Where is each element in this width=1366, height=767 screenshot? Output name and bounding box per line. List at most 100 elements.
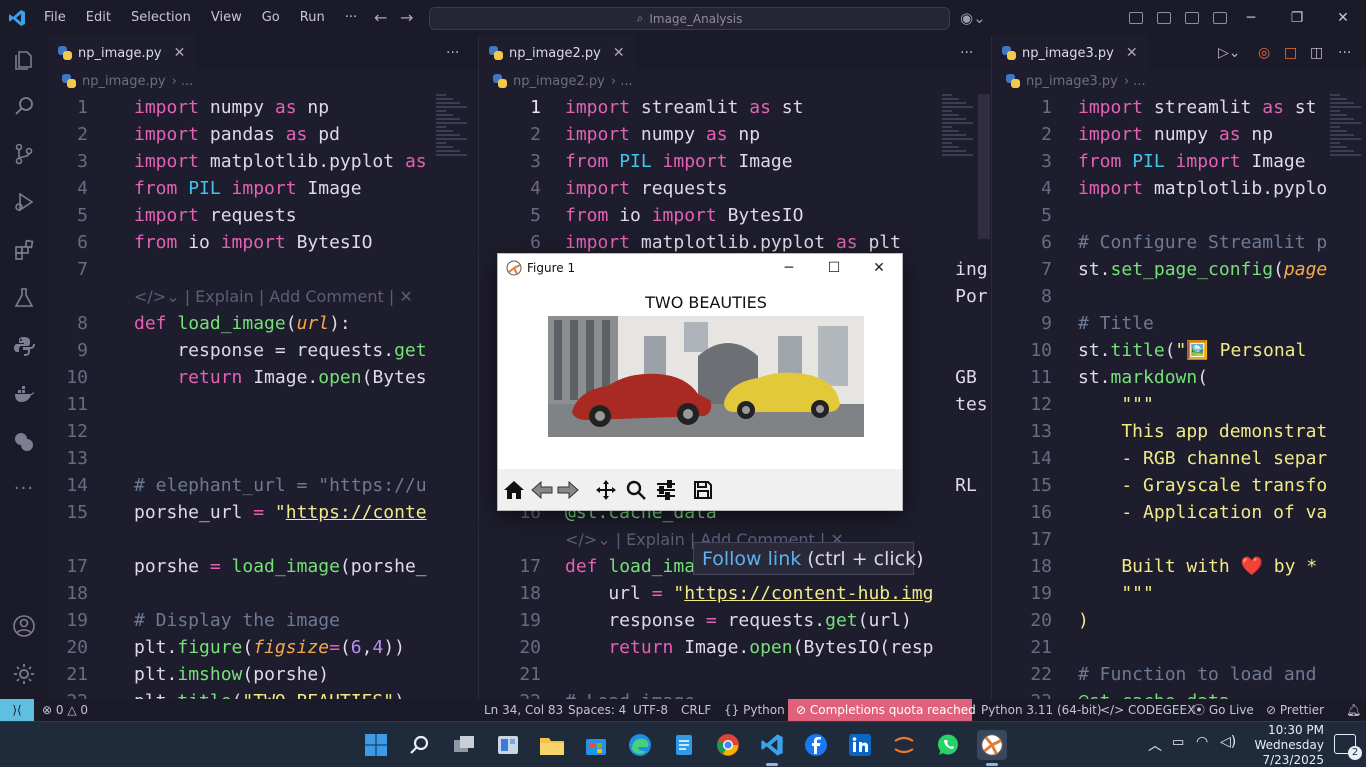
figure-maximize-button[interactable]: ☐ xyxy=(811,254,857,282)
cursor-position[interactable]: Ln 34, Col 83 xyxy=(484,699,563,721)
code-line[interactable]: import requests xyxy=(565,175,728,202)
testing-icon[interactable] xyxy=(12,286,36,310)
whatsapp-icon[interactable] xyxy=(933,730,963,760)
code-line[interactable]: import matplotlib.pyplot as plt xyxy=(565,229,901,256)
system-clock[interactable]: 10:30 PM Wednesday 7/23/2025 xyxy=(1255,722,1324,767)
split-editor-icon[interactable]: ◫ xyxy=(1310,36,1323,70)
notifications-bell-icon[interactable]: 🔔︎ xyxy=(1346,699,1361,721)
show-hidden-icons-icon[interactable]: ︿ xyxy=(1148,735,1162,755)
save-figure-icon[interactable] xyxy=(691,478,715,502)
zoom-icon[interactable] xyxy=(624,478,648,502)
figure-minimize-button[interactable]: ─ xyxy=(766,254,812,282)
code-line[interactable]: from PIL import Image xyxy=(134,175,362,202)
code-line[interactable]: plt.imshow(porshe) xyxy=(134,661,329,688)
code-line[interactable]: return Image.open(Bytes xyxy=(134,364,426,391)
battery-icon[interactable]: ▭ xyxy=(1172,735,1184,750)
figure-close-button[interactable]: ✕ xyxy=(856,254,902,282)
toggle-secondary-sidebar-icon[interactable] xyxy=(1213,12,1227,24)
matplotlib-taskbar-icon[interactable] xyxy=(977,730,1007,766)
stop-icon[interactable]: □ xyxy=(1284,36,1297,70)
widgets-icon[interactable] xyxy=(493,730,523,760)
breadcrumb-file[interactable]: np_image3.py xyxy=(1026,74,1118,89)
code-line[interactable]: # Configure Streamlit p xyxy=(1078,229,1327,256)
code-line[interactable]: import requests xyxy=(134,202,297,229)
taskbar-search-icon[interactable] xyxy=(405,730,435,760)
account-icon[interactable] xyxy=(12,614,36,638)
go-live[interactable]: ⦿ Go Live xyxy=(1193,699,1254,721)
toggle-panel-icon[interactable] xyxy=(1185,12,1199,24)
close-tab-icon[interactable]: ✕ xyxy=(613,45,625,61)
more-actions-icon[interactable]: ··· xyxy=(1338,36,1351,70)
breadcrumb-file[interactable]: np_image.py xyxy=(82,74,166,89)
code-line[interactable]: @st.cache_data xyxy=(1078,688,1230,699)
search-icon[interactable] xyxy=(12,94,36,118)
codegeex-icon[interactable]: ◎ xyxy=(1258,36,1270,70)
code-line[interactable]: # Function to load and xyxy=(1078,661,1316,688)
back-icon[interactable] xyxy=(530,478,554,502)
chrome-icon[interactable] xyxy=(713,730,743,760)
code-line[interactable]: # elephant_url = "https://u xyxy=(134,472,427,499)
code-line[interactable]: """ xyxy=(1078,580,1154,607)
code-line[interactable]: from PIL import Image xyxy=(1078,148,1306,175)
tab-np-image2[interactable]: np_image2.py ✕ xyxy=(479,36,635,70)
vertical-scrollbar[interactable] xyxy=(978,94,990,239)
code-line[interactable]: plt.figure(figsize=(6,4)) xyxy=(134,634,405,661)
copilot-icon[interactable]: ◉⌄ xyxy=(960,9,986,27)
code-line[interactable]: import numpy as np xyxy=(134,94,329,121)
pan-icon[interactable] xyxy=(594,478,618,502)
start-button-icon[interactable] xyxy=(361,730,391,760)
code-line[interactable]: response = requests.get(url) xyxy=(565,607,911,634)
code-line[interactable]: </>⌄ | Explain | Add Comment | ✕ xyxy=(134,283,413,310)
customize-layout-icon[interactable] xyxy=(1129,12,1143,24)
code-line[interactable]: from PIL import Image xyxy=(565,148,793,175)
vscode-taskbar-icon[interactable] xyxy=(757,730,787,766)
facebook-icon[interactable] xyxy=(801,730,831,760)
code-line[interactable]: - RGB channel separ xyxy=(1078,445,1327,472)
close-tab-icon[interactable]: ✕ xyxy=(1126,45,1138,61)
code-line[interactable]: response = requests.get xyxy=(134,337,426,364)
code-line[interactable]: import streamlit as st xyxy=(565,94,803,121)
close-button[interactable]: ✕ xyxy=(1320,0,1366,36)
restore-button[interactable]: ❐ xyxy=(1274,0,1320,36)
toggle-primary-sidebar-icon[interactable] xyxy=(1157,12,1171,24)
notification-center-icon[interactable]: 2 xyxy=(1334,734,1362,760)
prettier-status[interactable]: ⊘ Prettier xyxy=(1266,699,1324,721)
wifi-icon[interactable]: ◠ xyxy=(1196,734,1208,750)
minimize-button[interactable]: ─ xyxy=(1228,0,1274,36)
jupyter-icon[interactable] xyxy=(889,730,919,760)
code-line[interactable]: import pandas as pd xyxy=(134,121,340,148)
code-line[interactable]: return Image.open(BytesIO(resp xyxy=(565,634,933,661)
code-line[interactable]: import numpy as np xyxy=(1078,121,1273,148)
code-line[interactable]: - Application of va xyxy=(1078,499,1327,526)
python-env-icon[interactable] xyxy=(12,430,36,454)
extensions-icon[interactable] xyxy=(12,238,36,262)
code-line[interactable]: porshe_url = "https://conte xyxy=(134,499,427,526)
menu-view[interactable]: View xyxy=(201,0,252,36)
minimap[interactable] xyxy=(436,94,478,174)
end-of-line[interactable]: CRLF xyxy=(681,699,711,721)
code-line[interactable]: plt.title("TWO BEAUTIES") xyxy=(134,688,405,699)
code-line[interactable]: def load_image(url): xyxy=(134,310,351,337)
code-line[interactable]: This app demonstrat xyxy=(1078,418,1327,445)
python-interpreter[interactable]: Python 3.11 (64-bit) xyxy=(981,699,1102,721)
encoding[interactable]: UTF-8 xyxy=(633,699,668,721)
forward-icon[interactable] xyxy=(556,478,580,502)
python-icon[interactable] xyxy=(12,334,36,358)
menu-go[interactable]: Go xyxy=(252,0,290,36)
docker-icon[interactable] xyxy=(12,382,36,406)
code-line[interactable]: # Display the image xyxy=(134,607,340,634)
run-python-icon[interactable]: ▷⌄ xyxy=(1218,36,1241,70)
linkedin-icon[interactable] xyxy=(845,730,875,760)
settings-gear-icon[interactable] xyxy=(12,662,36,686)
configure-subplots-icon[interactable] xyxy=(654,478,678,502)
menu-run[interactable]: Run xyxy=(290,0,335,36)
code-line[interactable]: st.title("🖼️ Personal xyxy=(1078,337,1306,364)
code-line[interactable]: import numpy as np xyxy=(565,121,760,148)
more-icon[interactable]: ··· xyxy=(12,476,36,500)
breadcrumb-file[interactable]: np_image2.py xyxy=(513,74,605,89)
codelens-actions[interactable]: </>⌄ | Explain | Add Comment | ✕ xyxy=(134,287,413,306)
menu-selection[interactable]: Selection xyxy=(121,0,201,36)
code-line[interactable]: import matplotlib.pyplot as xyxy=(134,148,427,175)
microsoft-store-icon[interactable] xyxy=(581,730,611,760)
code-line[interactable]: porshe = load_image(porshe_ xyxy=(134,553,427,580)
